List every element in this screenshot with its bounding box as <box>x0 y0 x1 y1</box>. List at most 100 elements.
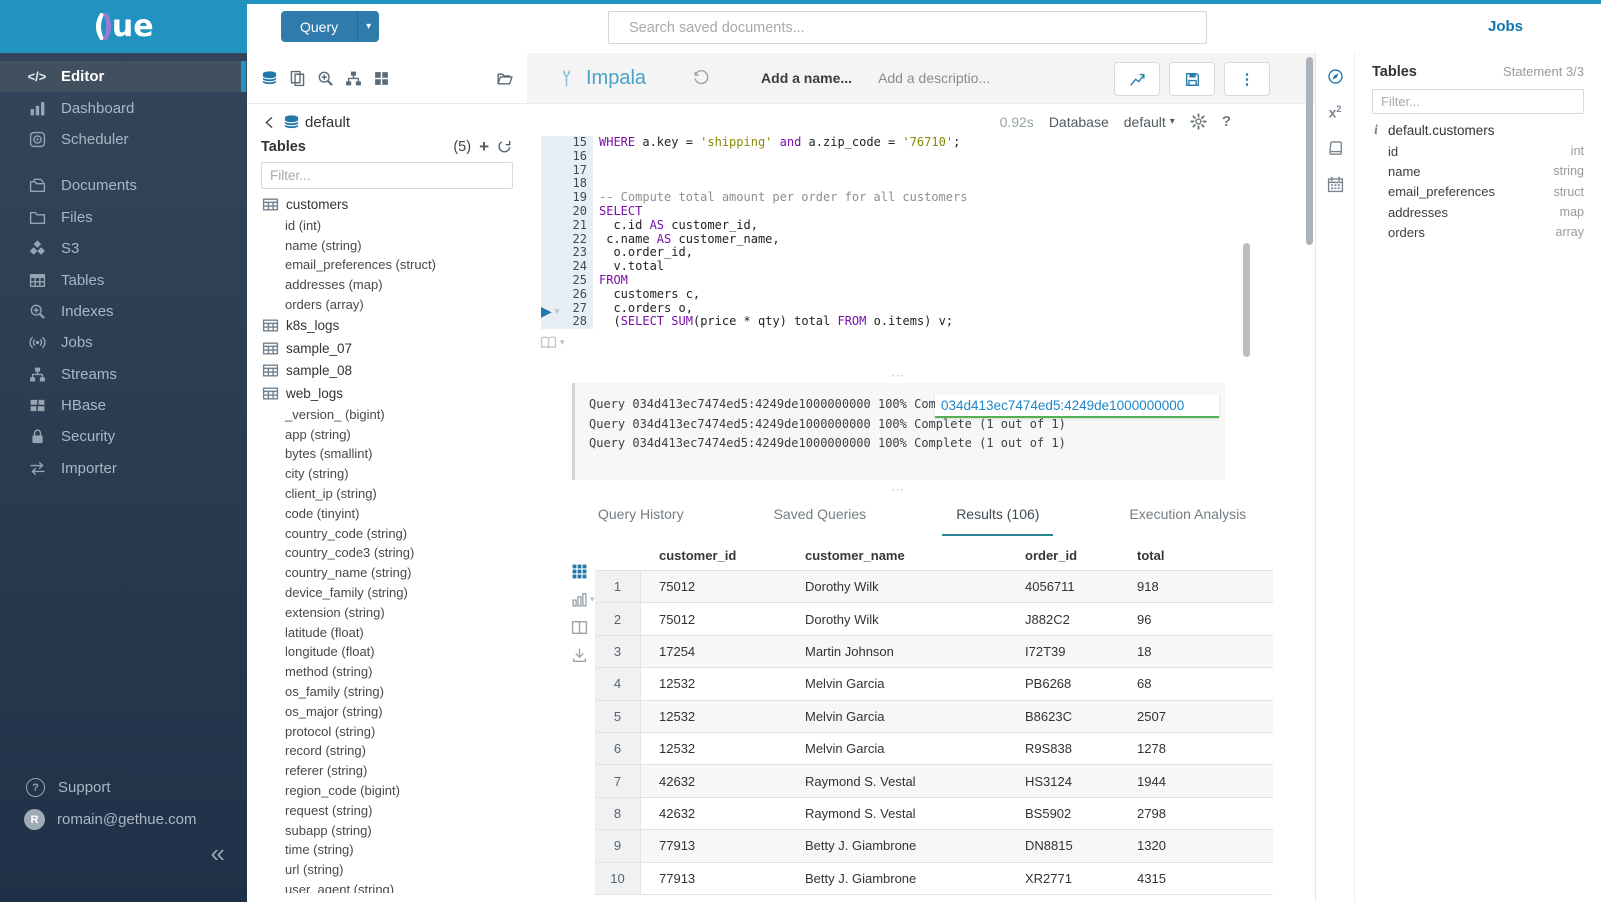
query-dropdown-caret[interactable]: ▾ <box>357 11 379 42</box>
column-item[interactable]: time (string) <box>247 840 527 860</box>
jobs-link[interactable]: Jobs <box>1488 18 1530 35</box>
column-item[interactable]: id (int) <box>247 216 527 236</box>
column-header[interactable]: customer_id <box>641 548 787 563</box>
search-input[interactable] <box>627 19 1206 37</box>
table-row[interactable]: 317254Martin JohnsonI72T3918 <box>595 635 1273 667</box>
column-item[interactable]: client_ip (string) <box>247 484 527 504</box>
functions-icon[interactable]: x2 <box>1329 104 1342 121</box>
sidebar-item-indexes[interactable]: Indexes <box>0 296 247 327</box>
database-select[interactable]: default ▾ <box>1124 114 1175 130</box>
column-item[interactable]: extension (string) <box>247 602 527 622</box>
refresh-icon[interactable] <box>496 138 513 155</box>
download-icon[interactable] <box>571 647 595 664</box>
column-item[interactable]: country_code (string) <box>247 523 527 543</box>
column-item[interactable]: bytes (smallint) <box>247 444 527 464</box>
zoom-in-icon[interactable] <box>317 70 334 87</box>
column-item[interactable]: name (string) <box>247 235 527 255</box>
column-item[interactable]: region_code (bigint) <box>247 781 527 801</box>
editor-scrollbar[interactable] <box>1243 243 1250 357</box>
column-item[interactable]: orders (array) <box>247 295 527 315</box>
column-item[interactable]: latitude (float) <box>247 622 527 642</box>
breadcrumb-database-name[interactable]: default <box>305 114 350 131</box>
table-item[interactable]: sample_08 <box>247 359 527 382</box>
column-item[interactable]: code (tinyint) <box>247 503 527 523</box>
table-item[interactable]: customers <box>247 193 527 216</box>
active-table-name[interactable]: default.customers <box>1388 123 1495 138</box>
sidebar-item-user[interactable]: R romain@gethue.com <box>24 809 196 830</box>
apps-icon[interactable] <box>373 70 390 87</box>
column-item[interactable]: os_major (string) <box>247 701 527 721</box>
sidebar-collapse-button[interactable]: « <box>211 840 225 866</box>
table-row[interactable]: 977913Betty J. GiambroneDN88151320 <box>595 829 1273 861</box>
column-item[interactable]: city (string) <box>247 464 527 484</box>
columns-view-icon[interactable] <box>571 619 595 636</box>
help-icon[interactable]: ? <box>1222 113 1231 130</box>
sidebar-item-files[interactable]: Files <box>0 202 247 233</box>
sidebar-item-streams[interactable]: Streams <box>0 359 247 390</box>
hue-logo[interactable]: ()ue <box>0 0 247 53</box>
documents-copy-icon[interactable] <box>289 70 306 87</box>
sidebar-item-hbase[interactable]: HBase <box>0 390 247 421</box>
execute-options-caret[interactable]: ▾ <box>555 306 560 317</box>
folder-open-icon[interactable] <box>496 70 513 87</box>
tab-query-history[interactable]: Query History <box>584 503 698 536</box>
column-item[interactable]: protocol (string) <box>247 721 527 741</box>
tab-saved-queries[interactable]: Saved Queries <box>760 503 881 536</box>
databases-icon[interactable] <box>261 70 278 87</box>
table-row[interactable]: 842632Raymond S. VestalBS59022798 <box>595 797 1273 829</box>
column-item[interactable]: url (string) <box>247 860 527 880</box>
query-description-field[interactable]: Add a descriptio... <box>878 70 990 86</box>
main-scrollbar[interactable] <box>1306 57 1313 245</box>
table-row[interactable]: 412532Melvin GarciaPB626868 <box>595 667 1273 699</box>
sidebar-item-jobs[interactable]: Jobs <box>0 327 247 358</box>
sitemap-icon[interactable] <box>345 70 362 87</box>
column-item[interactable]: method (string) <box>247 662 527 682</box>
schema-column-row[interactable]: namestring <box>1388 161 1584 181</box>
column-item[interactable]: country_name (string) <box>247 563 527 583</box>
sidebar-item-security[interactable]: Security <box>0 421 247 452</box>
table-row[interactable]: 612532Melvin GarciaR9S8381278 <box>595 732 1273 764</box>
column-item[interactable]: country_code3 (string) <box>247 543 527 563</box>
column-header[interactable]: total <box>1119 548 1205 563</box>
sidebar-item-tables[interactable]: Tables <box>0 264 247 295</box>
table-row[interactable]: 512532Melvin GarciaB8623C2507 <box>595 700 1273 732</box>
table-row[interactable]: 275012Dorothy WilkJ882C296 <box>595 602 1273 634</box>
results-resize-handle[interactable]: ⋯ <box>572 487 1225 493</box>
column-item[interactable]: os_family (string) <box>247 682 527 702</box>
log-resize-handle[interactable]: ⋯ <box>572 373 1225 379</box>
table-item[interactable]: k8s_logs <box>247 314 527 337</box>
right-filter-input[interactable] <box>1372 89 1584 114</box>
chart-button[interactable] <box>1114 62 1160 96</box>
table-row[interactable]: 742632Raymond S. VestalHS31241944 <box>595 764 1273 796</box>
schema-column-row[interactable]: email_preferencesstruct <box>1388 182 1584 202</box>
column-header[interactable]: order_id <box>1007 548 1119 563</box>
language-reference-icon[interactable] <box>1327 140 1344 157</box>
add-table-icon[interactable]: + <box>479 138 489 155</box>
new-query-button[interactable]: Query ▾ <box>281 11 379 42</box>
column-item[interactable]: app (string) <box>247 424 527 444</box>
table-item[interactable]: web_logs <box>247 382 527 405</box>
sidebar-item-importer[interactable]: Importer <box>0 453 247 484</box>
table-filter-input[interactable] <box>261 162 513 189</box>
sidebar-item-support[interactable]: ? Support <box>26 778 111 797</box>
column-item[interactable]: referer (string) <box>247 761 527 781</box>
info-icon[interactable]: i <box>1372 122 1380 138</box>
more-actions-button[interactable]: ⋮ <box>1224 62 1270 96</box>
query-id-popup[interactable]: 034d413ec7474ed5:4249de1000000000 <box>935 394 1219 418</box>
column-item[interactable]: subapp (string) <box>247 820 527 840</box>
column-item[interactable]: longitude (float) <box>247 642 527 662</box>
sidebar-item-editor[interactable]: </>Editor <box>0 61 247 92</box>
column-item[interactable]: _version_ (bigint) <box>247 404 527 424</box>
schedule-icon[interactable] <box>1327 176 1344 193</box>
column-item[interactable]: email_preferences (struct) <box>247 255 527 275</box>
grid-view-icon[interactable] <box>571 563 595 580</box>
assistant-compass-icon[interactable] <box>1327 68 1344 85</box>
column-item[interactable]: request (string) <box>247 800 527 820</box>
schema-column-row[interactable]: ordersarray <box>1388 222 1584 242</box>
column-item[interactable]: device_family (string) <box>247 583 527 603</box>
column-item[interactable]: addresses (map) <box>247 275 527 295</box>
sidebar-item-s3[interactable]: S3 <box>0 233 247 264</box>
chart-view-icon[interactable]: ▾ <box>571 591 595 608</box>
tab-results-106[interactable]: Results (106) <box>942 503 1053 536</box>
query-name-field[interactable]: Add a name... <box>761 70 852 86</box>
